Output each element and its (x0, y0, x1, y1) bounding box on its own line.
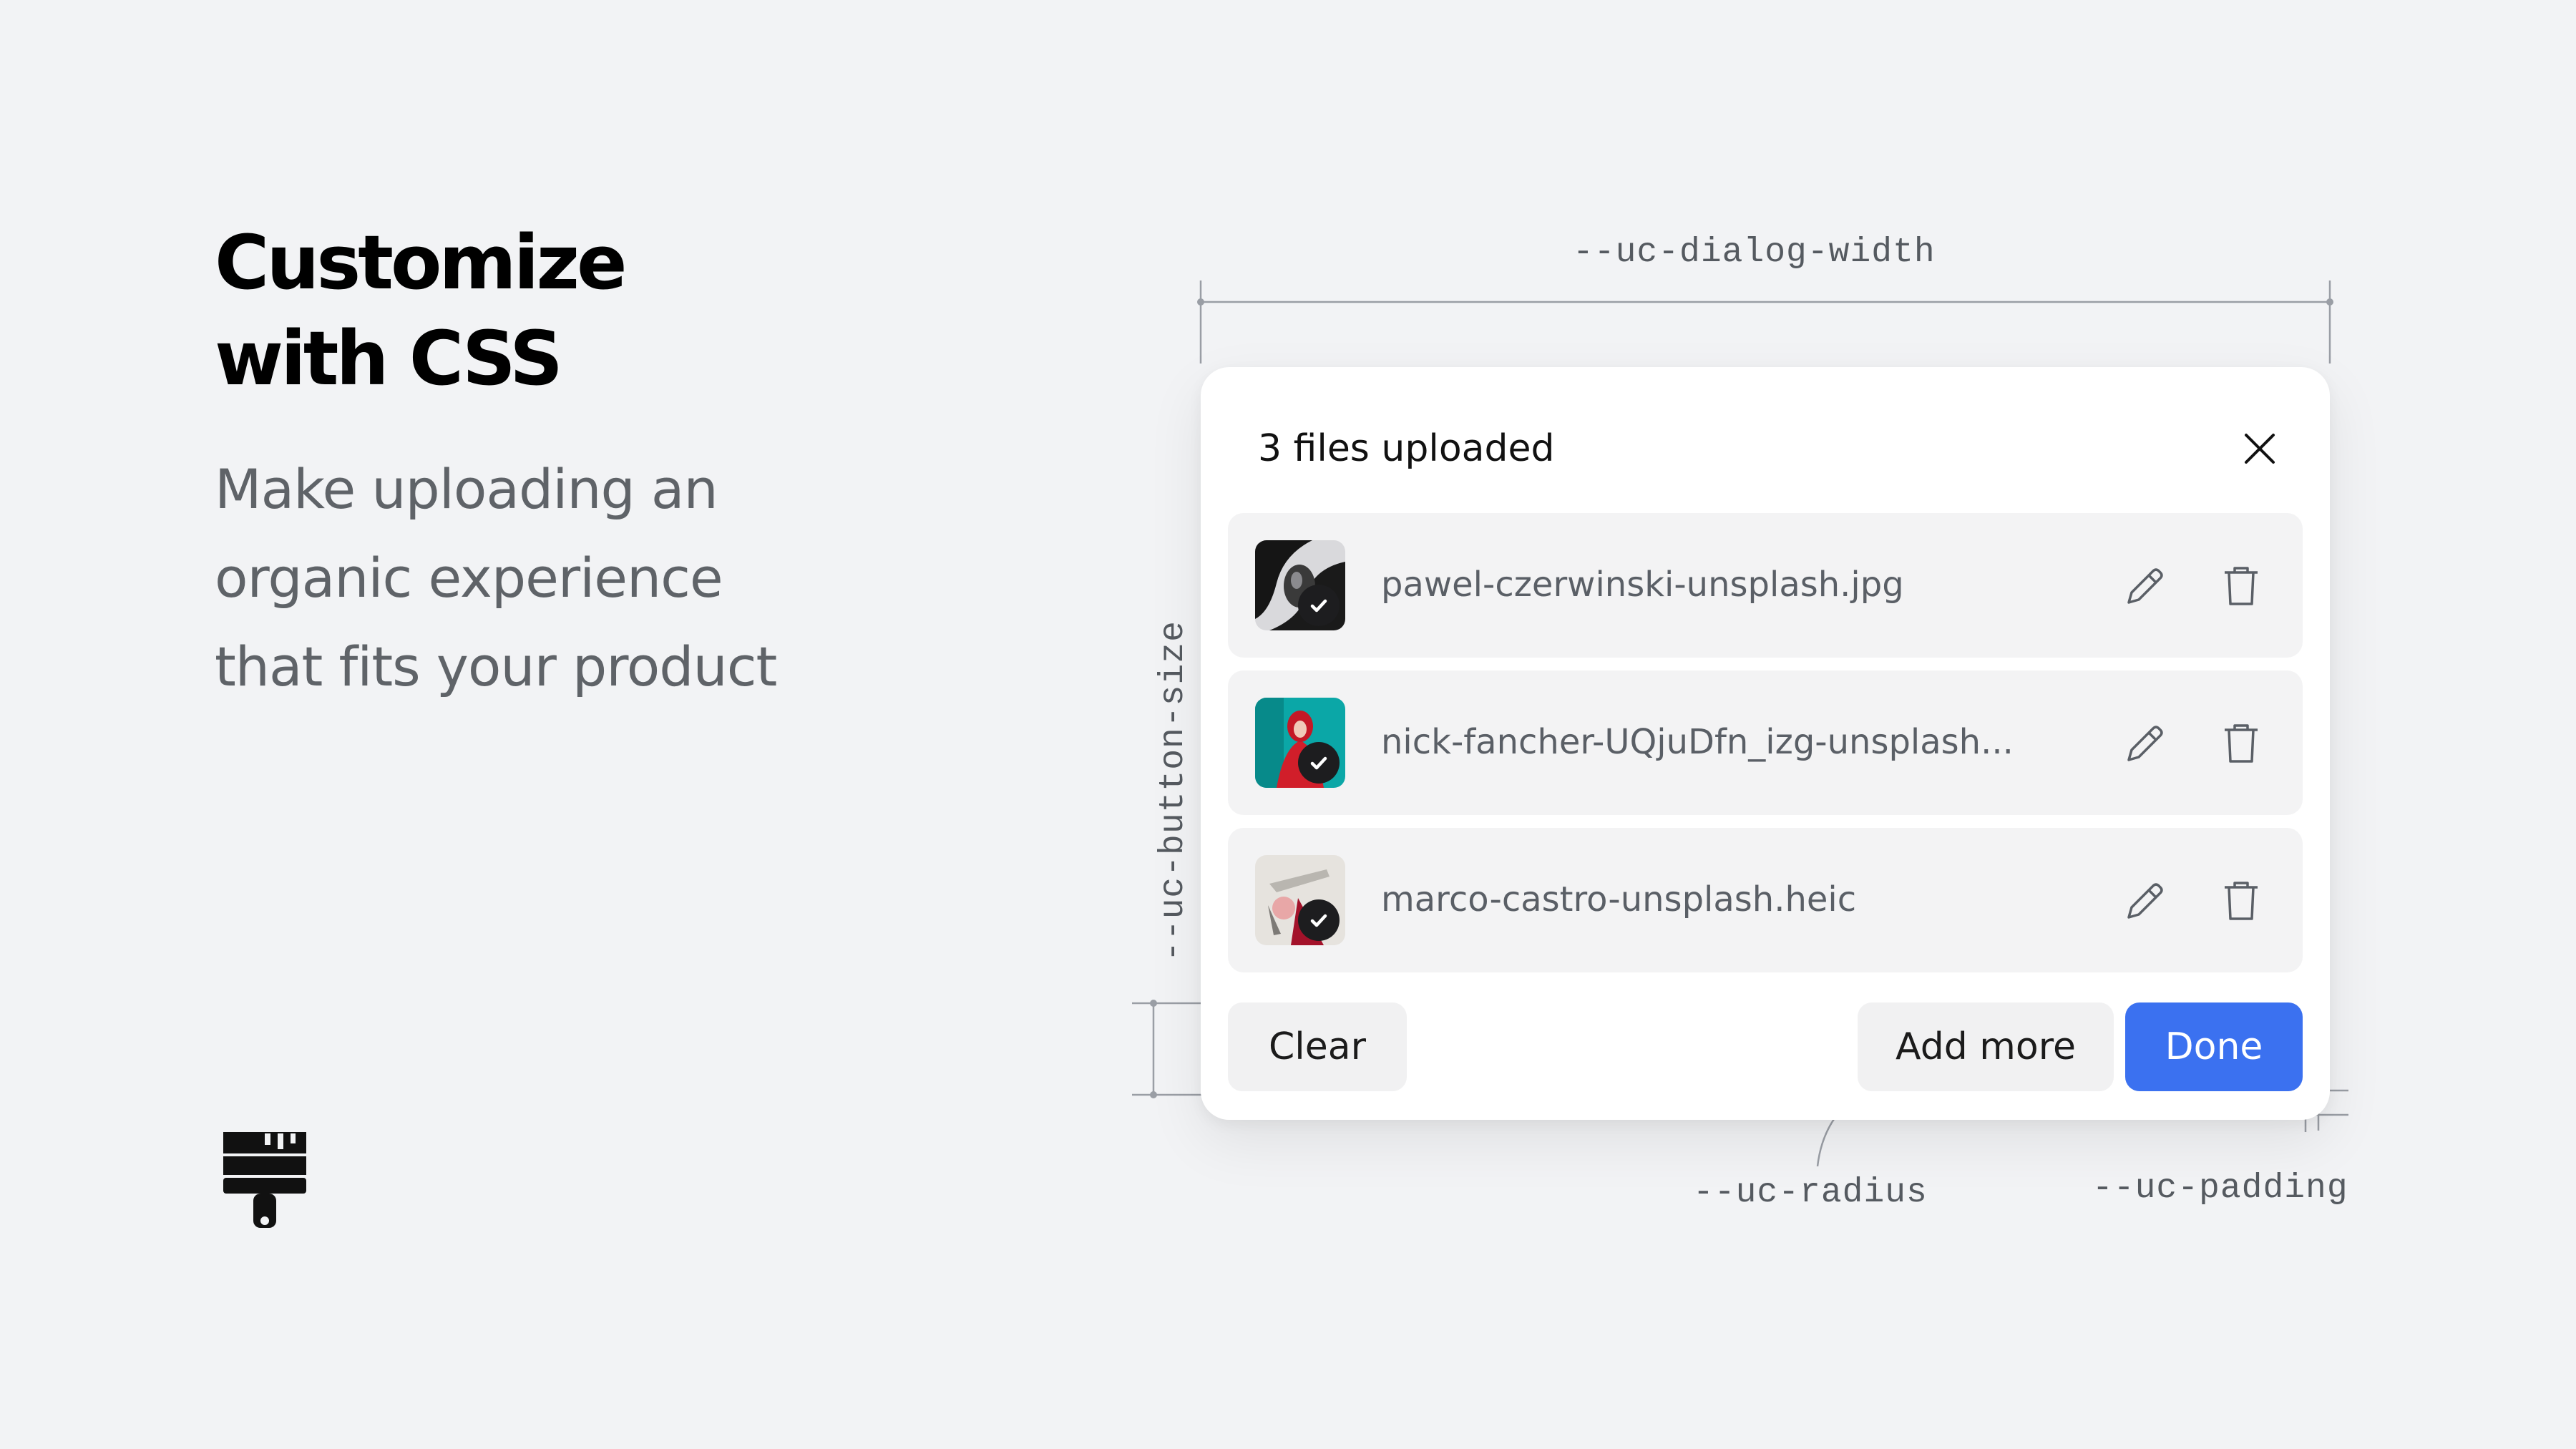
pencil-icon (2127, 568, 2163, 604)
file-name: marco-castro-unsplash.heic (1381, 879, 1857, 919)
dialog-title: 3 files uploaded (1258, 427, 1555, 470)
hero-subtitle: Make uploading an organic experience tha… (215, 445, 777, 711)
hero-title: Customize with CSS (215, 215, 628, 406)
close-button[interactable] (2231, 417, 2288, 480)
hero-title-line: Customize (215, 219, 628, 306)
file-name: pawel-czerwinski-unsplash.jpg (1381, 565, 1904, 605)
trash-icon (2225, 724, 2258, 763)
hero-title-line: with CSS (215, 315, 563, 402)
trash-icon (2225, 882, 2258, 920)
check-icon (1298, 585, 1340, 626)
file-name: nick-fancher-UQjuDfn_izg-unsplash... (1381, 722, 2014, 762)
hero-subtitle-line: organic experience (215, 546, 723, 610)
pencil-icon (2127, 883, 2163, 919)
file-row[interactable]: marco-castro-unsplash.heic (1228, 828, 2303, 972)
check-icon (1298, 742, 1340, 784)
button-size-annotation: --uc-button-size (1154, 620, 1193, 962)
clear-button[interactable]: Clear (1228, 1002, 1407, 1091)
add-more-button[interactable]: Add more (1858, 1002, 2114, 1091)
delete-button[interactable] (2208, 553, 2274, 619)
hero-subtitle-line: Make uploading an (215, 457, 718, 521)
upload-dialog: 3 files uploaded pawel-czerwinski-unspla… (1201, 367, 2330, 1120)
file-row[interactable]: pawel-czerwinski-unsplash.jpg (1228, 513, 2303, 658)
edit-button[interactable] (2112, 553, 2178, 619)
padding-annotation: --uc-padding (2092, 1169, 2348, 1208)
check-icon (1298, 899, 1340, 941)
edit-button[interactable] (2112, 711, 2178, 776)
file-row[interactable]: nick-fancher-UQjuDfn_izg-unsplash... (1228, 670, 2303, 815)
radius-annotation: --uc-radius (1693, 1174, 1928, 1212)
delete-button[interactable] (2208, 868, 2274, 934)
trash-icon (2225, 567, 2258, 605)
hero-subtitle-line: that fits your product (215, 635, 777, 698)
close-icon (2245, 434, 2275, 464)
delete-button[interactable] (2208, 711, 2274, 776)
pencil-icon (2127, 726, 2163, 761)
edit-button[interactable] (2112, 868, 2178, 934)
paintbrush-icon (223, 1132, 306, 1228)
dialog-width-annotation: --uc-dialog-width (1573, 233, 1936, 272)
done-button[interactable]: Done (2125, 1002, 2303, 1091)
